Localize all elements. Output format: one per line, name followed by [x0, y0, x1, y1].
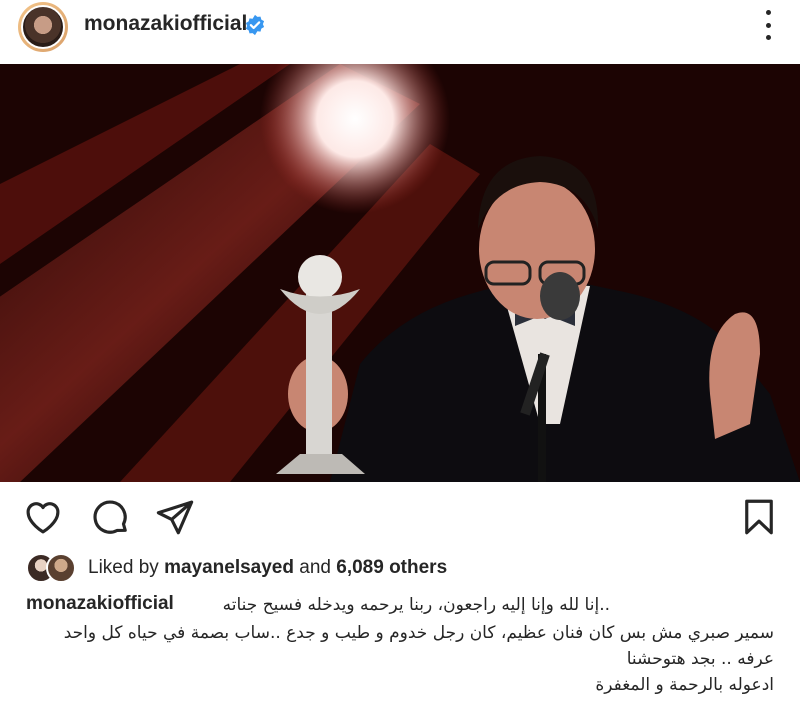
likes-summary: Liked by mayanelsayed and 6,089 others	[88, 557, 447, 579]
comment-icon[interactable]	[89, 496, 131, 538]
liker-avatar	[46, 553, 76, 583]
heart-icon[interactable]	[22, 496, 64, 538]
caption-line-1: ..إنا لله وإنا إليه راجعون، ربنا يرحمه و…	[222, 595, 610, 615]
likes-row[interactable]: Liked by mayanelsayed and 6,089 others	[26, 552, 786, 584]
caption-line-2: سمير صبري مش بس كان فنان عظيم، كان رجل خ…	[63, 623, 774, 643]
likes-others[interactable]: 6,089 others	[336, 557, 447, 578]
likes-user[interactable]: mayanelsayed	[164, 557, 294, 578]
post-header: monazakiofficial	[0, 0, 800, 58]
bookmark-icon[interactable]	[738, 496, 780, 538]
likes-and: and	[299, 557, 331, 578]
caption-line-4: ادعوله بالرحمة و المغفرة	[595, 675, 774, 695]
post-actions	[0, 490, 800, 546]
verified-badge-icon	[245, 14, 265, 36]
post-username[interactable]: monazakiofficial	[84, 12, 247, 36]
send-icon[interactable]	[154, 496, 196, 538]
liker-avatars	[26, 553, 78, 583]
profile-avatar[interactable]	[18, 2, 68, 52]
caption-line-3: عرفه .. بجد هتوحشنا	[626, 649, 774, 669]
caption-username[interactable]: monazakiofficial	[26, 593, 174, 615]
avatar-image	[21, 5, 65, 49]
post-photo-illustration	[0, 64, 800, 482]
more-options-icon[interactable]	[760, 10, 776, 40]
likes-prefix: Liked by	[88, 557, 159, 578]
post-image[interactable]	[0, 64, 800, 482]
